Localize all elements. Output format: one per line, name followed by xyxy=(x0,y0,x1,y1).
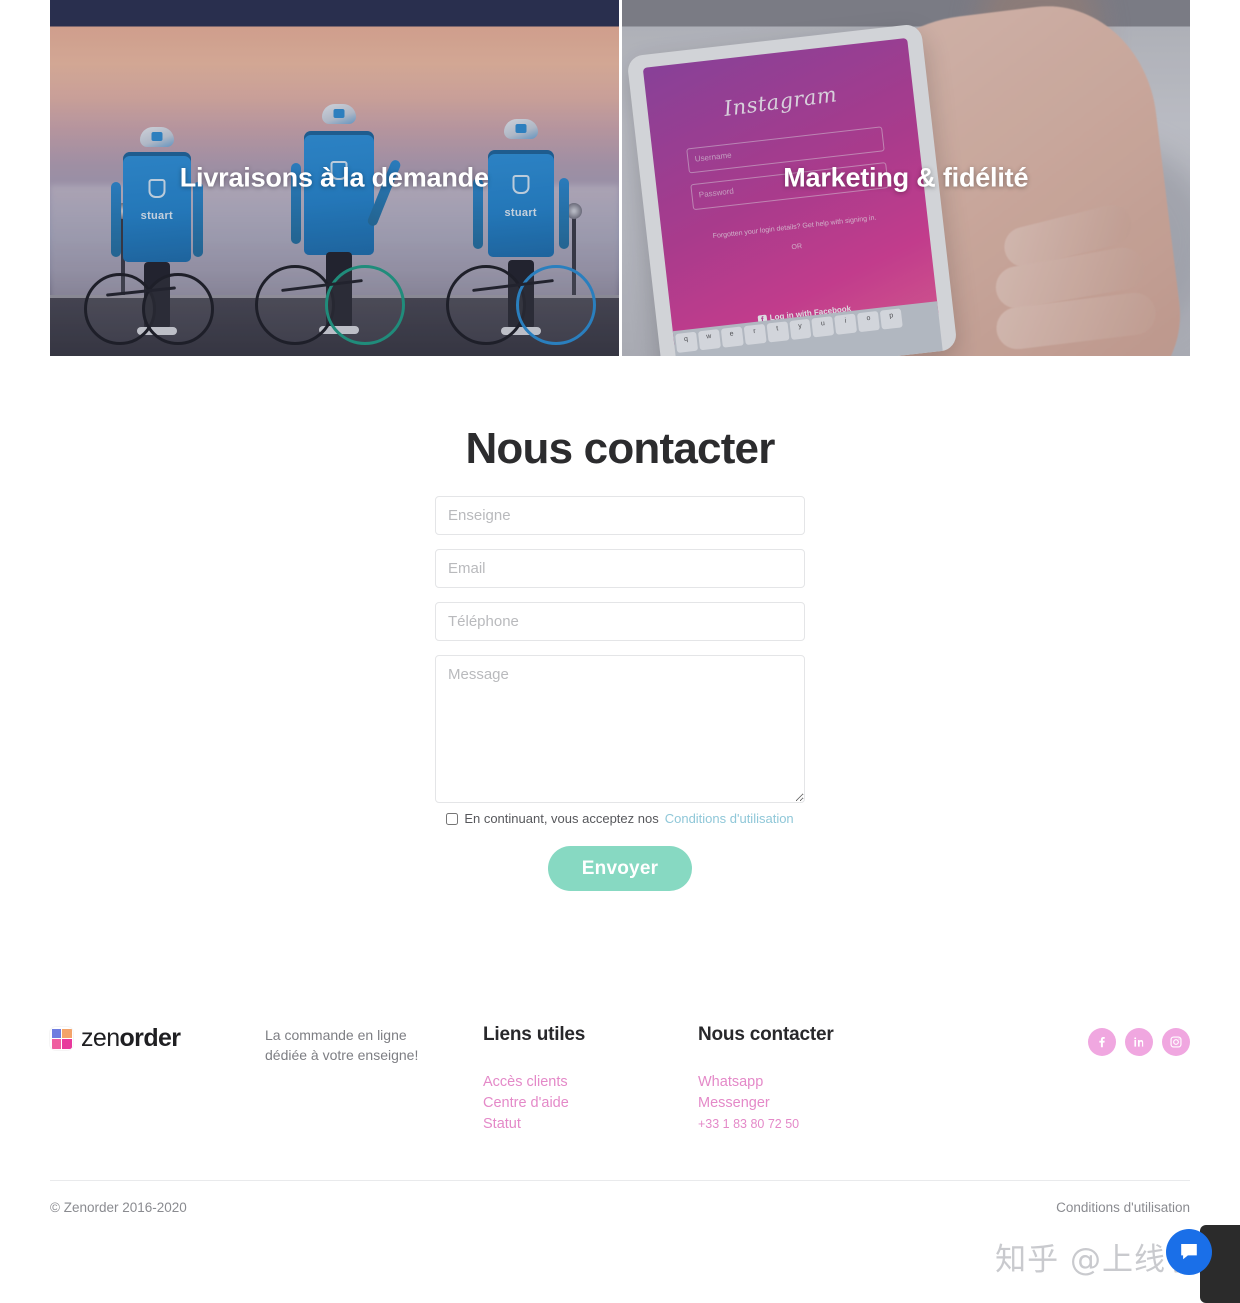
page-title: Nous contacter xyxy=(465,424,775,474)
copyright-text: © Zenorder 2016-2020 xyxy=(50,1200,187,1215)
footer-link-acces-clients[interactable]: Accès clients xyxy=(483,1072,698,1093)
message-textarea[interactable] xyxy=(435,655,805,803)
telephone-input[interactable] xyxy=(435,602,805,641)
logo[interactable]: zenorder xyxy=(50,1024,265,1053)
zenorder-logo-icon xyxy=(50,1027,73,1050)
hero-card-marketing[interactable]: Instagram Username Password Forgotten yo… xyxy=(621,0,1190,356)
footer-link-messenger[interactable]: Messenger xyxy=(698,1093,958,1114)
logo-zen: zen xyxy=(81,1024,120,1052)
hero-card-livraisons[interactable]: stuart stuart Livraisons à la demande xyxy=(50,0,619,356)
footer-divider xyxy=(50,1180,1190,1181)
footer-heading-liens-utiles: Liens utiles xyxy=(483,1024,586,1045)
footer-bottom-bar: © Zenorder 2016-2020 Conditions d'utilis… xyxy=(50,1200,1190,1215)
logo-text: zenorder xyxy=(81,1024,182,1053)
facebook-icon[interactable] xyxy=(1088,1028,1116,1056)
contact-form: En continuant, vous acceptez nos Conditi… xyxy=(435,496,805,891)
submit-wrap: Envoyer xyxy=(435,846,805,891)
terms-link[interactable]: Conditions d'utilisation xyxy=(665,811,794,826)
chat-bubble-icon xyxy=(1181,1244,1197,1260)
send-button[interactable]: Envoyer xyxy=(547,846,693,891)
footer-links-column: Liens utiles Accès clients Centre d'aide… xyxy=(483,1010,698,1135)
enseigne-input[interactable] xyxy=(435,496,805,535)
footer: zenorder La commande en ligne dédiée à v… xyxy=(50,1010,1190,1170)
consent-text: En continuant, vous acceptez nos xyxy=(464,811,659,826)
consent-row: En continuant, vous acceptez nos Conditi… xyxy=(435,811,805,826)
hero-title-marketing: Marketing & fidélité xyxy=(783,162,1029,193)
hero-section: stuart stuart Livraisons à la demande In… xyxy=(50,0,1190,356)
consent-checkbox[interactable] xyxy=(446,812,459,825)
instagram-icon[interactable] xyxy=(1162,1028,1190,1056)
footer-link-statut[interactable]: Statut xyxy=(483,1114,698,1135)
footer-brand-column: zenorder xyxy=(50,1010,265,1053)
footer-link-centre-aide[interactable]: Centre d'aide xyxy=(483,1093,698,1114)
linkedin-icon[interactable] xyxy=(1125,1028,1153,1056)
logo-order: order xyxy=(119,1024,182,1052)
footer-social-links xyxy=(1088,1028,1190,1056)
chat-button[interactable] xyxy=(1166,1229,1212,1275)
footer-tagline-column: La commande en ligne dédiée à votre ense… xyxy=(265,1010,483,1066)
footer-link-whatsapp[interactable]: Whatsapp xyxy=(698,1072,958,1093)
footer-contact-column: Nous contacter Whatsapp Messenger +33 1 … xyxy=(698,1010,958,1135)
email-input[interactable] xyxy=(435,549,805,588)
footer-phone-number: +33 1 83 80 72 50 xyxy=(698,1117,800,1131)
footer-heading-nous-contacter: Nous contacter xyxy=(698,1024,834,1045)
footer-tagline: La commande en ligne dédiée à votre ense… xyxy=(265,1027,419,1064)
hero-title-livraisons: Livraisons à la demande xyxy=(179,162,489,193)
bottom-terms-link[interactable]: Conditions d'utilisation xyxy=(1056,1200,1190,1215)
